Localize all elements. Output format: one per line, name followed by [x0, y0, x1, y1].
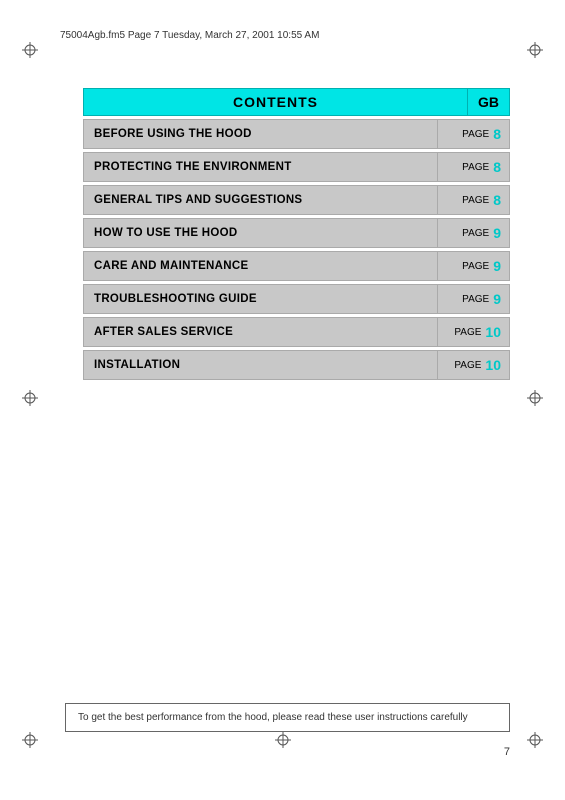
reg-mark-top-left	[22, 42, 38, 58]
page-num: 9	[493, 225, 501, 241]
reg-mark-mid-right	[527, 390, 543, 406]
toc-row: AFTER SALES SERVICE PAGE 10	[83, 317, 510, 347]
page-num: 10	[485, 324, 501, 340]
header-filename: 75004Agb.fm5 Page 7 Tuesday, March 27, 2…	[60, 30, 319, 41]
page-number: 7	[504, 746, 510, 758]
toc-row-page: PAGE 8	[437, 186, 509, 214]
toc-row: CARE AND MAINTENANCE PAGE 9	[83, 251, 510, 281]
toc-row-label: CARE AND MAINTENANCE	[84, 252, 437, 280]
toc-row: HOW TO USE THE HOOD PAGE 9	[83, 218, 510, 248]
bottom-note: To get the best performance from the hoo…	[65, 703, 510, 732]
toc-row: BEFORE USING THE HOOD PAGE 8	[83, 119, 510, 149]
toc-row: INSTALLATION PAGE 10	[83, 350, 510, 380]
toc-row-label: GENERAL TIPS AND SUGGESTIONS	[84, 186, 437, 214]
toc-row-label: AFTER SALES SERVICE	[84, 318, 437, 346]
page-word: PAGE	[462, 129, 489, 140]
page-word: PAGE	[462, 228, 489, 239]
toc-row-label: PROTECTING THE ENVIRONMENT	[84, 153, 437, 181]
toc-row-page: PAGE 9	[437, 219, 509, 247]
toc-row: PROTECTING THE ENVIRONMENT PAGE 8	[83, 152, 510, 182]
page-word: PAGE	[462, 195, 489, 206]
page-word: PAGE	[462, 261, 489, 272]
header-bar: 75004Agb.fm5 Page 7 Tuesday, March 27, 2…	[60, 30, 525, 41]
page-word: PAGE	[454, 327, 481, 338]
toc-row-page: PAGE 8	[437, 153, 509, 181]
reg-mark-bottom-right	[527, 732, 543, 748]
page-word: PAGE	[462, 294, 489, 305]
toc-row-page: PAGE 10	[437, 318, 509, 346]
page-num: 10	[485, 357, 501, 373]
toc-row-label: TROUBLESHOOTING GUIDE	[84, 285, 437, 313]
toc-row-page: PAGE 9	[437, 252, 509, 280]
toc-container: BEFORE USING THE HOODPAGE8PROTECTING THE…	[83, 119, 510, 383]
toc-row: TROUBLESHOOTING GUIDE PAGE 9	[83, 284, 510, 314]
toc-row-page: PAGE 9	[437, 285, 509, 313]
page-num: 8	[493, 126, 501, 142]
page-num: 8	[493, 159, 501, 175]
content-area: CONTENTS GB BEFORE USING THE HOODPAGE8PR…	[83, 88, 510, 383]
page-word: PAGE	[462, 162, 489, 173]
toc-row-label: BEFORE USING THE HOOD	[84, 120, 437, 148]
contents-title: CONTENTS	[83, 88, 468, 116]
contents-title-row: CONTENTS GB	[83, 88, 510, 116]
reg-mark-bottom-mid	[275, 732, 291, 748]
toc-row-label: HOW TO USE THE HOOD	[84, 219, 437, 247]
reg-mark-mid-left	[22, 390, 38, 406]
reg-mark-bottom-left	[22, 732, 38, 748]
page-num: 9	[493, 258, 501, 274]
toc-row-label: INSTALLATION	[84, 351, 437, 379]
toc-row: GENERAL TIPS AND SUGGESTIONS PAGE 8	[83, 185, 510, 215]
page-num: 9	[493, 291, 501, 307]
page-num: 8	[493, 192, 501, 208]
page: 75004Agb.fm5 Page 7 Tuesday, March 27, 2…	[0, 0, 565, 800]
toc-row-page: PAGE 10	[437, 351, 509, 379]
page-word: PAGE	[454, 360, 481, 371]
reg-mark-top-right	[527, 42, 543, 58]
toc-row-page: PAGE 8	[437, 120, 509, 148]
contents-gb-label: GB	[468, 88, 510, 116]
